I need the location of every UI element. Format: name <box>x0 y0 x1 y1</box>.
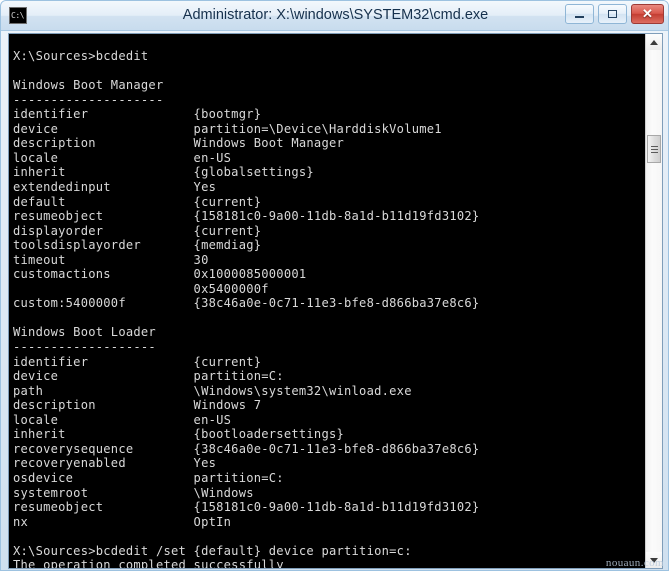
console-output-area[interactable]: X:\Sources>bcdedit Windows Boot Manager … <box>8 33 663 569</box>
minimize-button[interactable] <box>565 4 594 24</box>
minimize-icon <box>566 5 593 23</box>
close-icon: ✕ <box>642 6 653 21</box>
title-bar[interactable]: C:\ Administrator: X:\windows\SYSTEM32\c… <box>1 1 668 31</box>
grip-icon <box>650 145 658 153</box>
scrollbar-thumb[interactable] <box>647 135 661 164</box>
scroll-up-arrow-icon[interactable] <box>646 34 662 50</box>
maximize-icon <box>599 5 626 23</box>
maximize-button[interactable] <box>598 4 627 24</box>
cmd-console-icon: C:\ <box>9 7 27 24</box>
close-button[interactable]: ✕ <box>631 4 664 24</box>
triangle-up-icon <box>650 39 658 45</box>
cmd-window: C:\ Administrator: X:\windows\SYSTEM32\c… <box>0 0 669 571</box>
watermark: nouaun.com <box>605 557 664 569</box>
console-scrollbar[interactable] <box>645 34 662 568</box>
console-text: X:\Sources>bcdedit Windows Boot Manager … <box>13 49 480 569</box>
cmd-console-icon-glyph: C:\ <box>11 11 24 20</box>
